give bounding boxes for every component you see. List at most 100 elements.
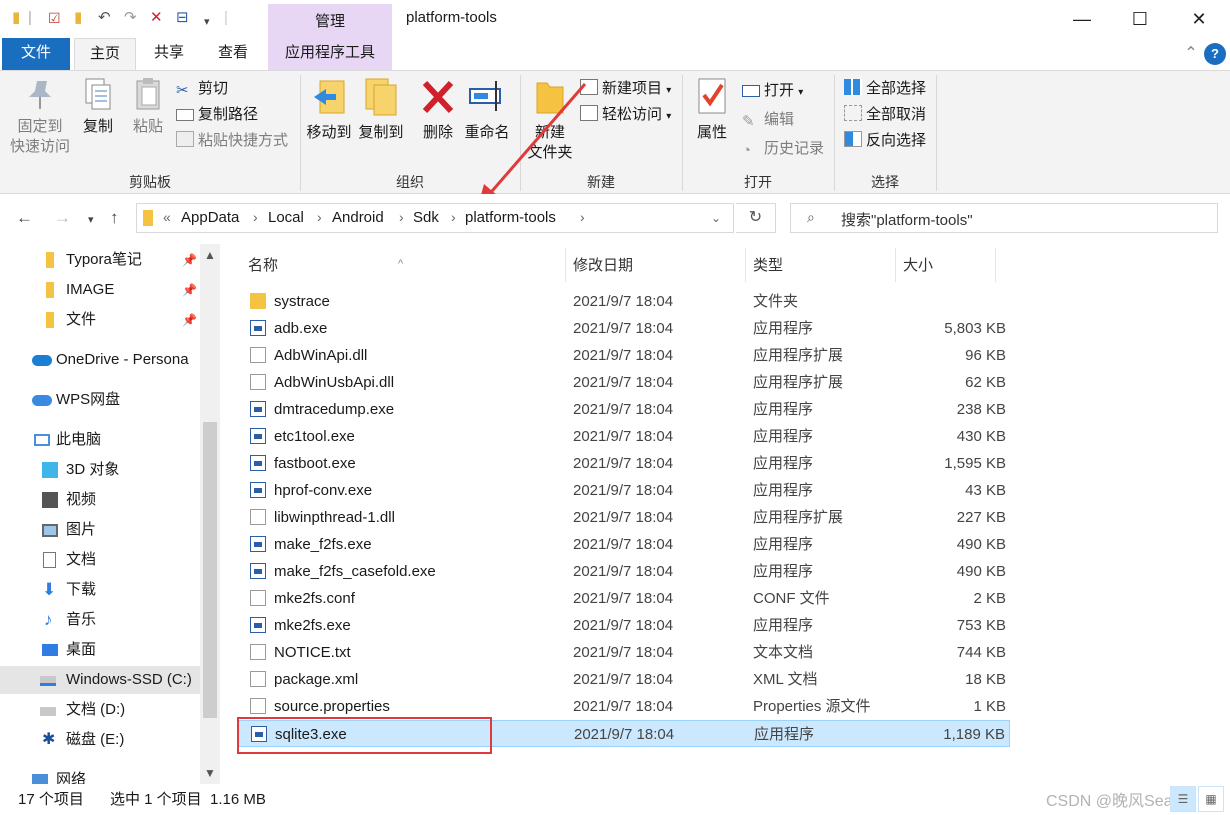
copy-to-button[interactable]: 复制到 — [356, 77, 406, 143]
column-header-date[interactable]: 修改日期 — [573, 252, 633, 280]
breadcrumb-sdk[interactable]: Sdk — [413, 209, 439, 226]
breadcrumb-platform-tools[interactable]: platform-tools — [465, 209, 556, 226]
history-button[interactable]: ◔ 历史记录 — [742, 139, 824, 159]
pin-icon[interactable]: 📌 — [182, 246, 197, 274]
customize-toolbar-chevron-icon[interactable]: ▾ — [204, 12, 210, 32]
back-arrow-icon[interactable]: ← — [16, 208, 33, 228]
invert-selection-button[interactable]: 反向选择 — [844, 131, 926, 151]
nav-item-onedrive[interactable]: OneDrive - Persona — [0, 346, 200, 374]
maximize-button[interactable]: ☐ — [1126, 6, 1154, 32]
file-row[interactable]: package.xml 2021/9/7 18:04 XML 文档 18 KB — [238, 666, 1010, 693]
properties-button[interactable]: 属性 — [690, 77, 734, 143]
file-row[interactable]: make_f2fs.exe 2021/9/7 18:04 应用程序 490 KB — [238, 531, 1010, 558]
select-none-button[interactable]: 全部取消 — [844, 105, 926, 125]
breadcrumb-android[interactable]: Android — [332, 209, 384, 226]
nav-item-music[interactable]: ♪ 音乐 — [0, 606, 200, 634]
search-box[interactable]: ⌕ 搜索"platform-tools" — [790, 203, 1218, 233]
forward-arrow-icon[interactable]: → — [54, 208, 71, 228]
nav-item-videos[interactable]: 视频 — [0, 486, 200, 514]
tab-share[interactable]: 共享 — [140, 38, 198, 70]
properties-quick-icon[interactable]: ☑ — [48, 8, 61, 28]
breadcrumb-local[interactable]: Local — [268, 209, 304, 226]
tab-view[interactable]: 查看 — [204, 38, 262, 70]
nav-item-files[interactable]: 文件 📌 — [0, 306, 200, 334]
close-button[interactable]: ✕ — [1185, 6, 1213, 32]
file-row[interactable]: fastboot.exe 2021/9/7 18:04 应用程序 1,595 KB — [238, 450, 1010, 477]
nav-item-typora[interactable]: Typora笔记 📌 — [0, 246, 200, 274]
nav-item-image[interactable]: IMAGE 📌 — [0, 276, 200, 304]
move-to-button[interactable]: 移动到 — [304, 77, 354, 143]
new-folder-quick-icon[interactable]: ▮ — [74, 8, 82, 28]
tab-home[interactable]: 主页 — [74, 38, 136, 70]
redo-icon[interactable]: ↷ — [124, 8, 137, 28]
scroll-thumb[interactable] — [203, 422, 217, 718]
rename-quick-icon[interactable]: ⊟ — [176, 8, 189, 28]
nav-item-this-pc[interactable]: 此电脑 — [0, 426, 200, 454]
large-icons-view-icon[interactable]: ▦ — [1198, 786, 1224, 812]
file-row[interactable]: hprof-conv.exe 2021/9/7 18:04 应用程序 43 KB — [238, 477, 1010, 504]
column-header-type[interactable]: 类型 — [753, 252, 783, 280]
file-row[interactable]: AdbWinApi.dll 2021/9/7 18:04 应用程序扩展 96 KB — [238, 342, 1010, 369]
nav-item-desktop[interactable]: 桌面 — [0, 636, 200, 664]
nav-item-wps[interactable]: WPS网盘 — [0, 386, 200, 414]
manage-context-tab[interactable]: 管理 — [268, 4, 392, 38]
address-history-chevron-icon[interactable]: ⌄ — [711, 211, 721, 225]
open-button[interactable]: 打开 ▾ — [742, 81, 803, 103]
tab-application-tools[interactable]: 应用程序工具 — [268, 38, 392, 70]
up-arrow-icon[interactable]: ↑ — [110, 208, 119, 228]
nav-pane-scrollbar[interactable]: ▲ ▼ — [200, 244, 220, 784]
pin-icon[interactable]: 📌 — [182, 306, 197, 334]
delete-button[interactable]: 删除 — [418, 77, 458, 143]
file-row[interactable]: make_f2fs_casefold.exe 2021/9/7 18:04 应用程序… — [238, 558, 1010, 585]
breadcrumb-separator-icon[interactable]: › — [451, 209, 456, 225]
delete-quick-icon[interactable]: ✕ — [150, 8, 163, 28]
collapse-ribbon-chevron-icon[interactable]: ⌃ — [1178, 42, 1204, 66]
tab-file[interactable]: 文件 — [2, 38, 70, 70]
pin-to-quick-access-button[interactable]: 固定到 快速访问 — [8, 77, 72, 157]
nav-item-documents[interactable]: 文档 — [0, 546, 200, 574]
refresh-icon[interactable]: ↻ — [736, 203, 776, 233]
paste-shortcut-button[interactable]: 粘贴快捷方式 — [176, 131, 288, 151]
minimize-button[interactable]: — — [1068, 6, 1096, 32]
nav-item-network[interactable]: 网络 — [0, 766, 200, 784]
file-row[interactable]: adb.exe 2021/9/7 18:04 应用程序 5,803 KB — [238, 315, 1010, 342]
breadcrumb-separator-icon[interactable]: › — [253, 209, 258, 225]
select-all-button[interactable]: 全部选择 — [844, 79, 926, 99]
easy-access-button[interactable]: 轻松访问 ▾ — [580, 105, 671, 127]
undo-icon[interactable]: ↶ — [98, 8, 111, 28]
nav-item-3d-objects[interactable]: 3D 对象 — [0, 456, 200, 484]
column-divider[interactable] — [895, 248, 896, 282]
cut-button[interactable]: ✂ 剪切 — [176, 79, 228, 99]
copy-button[interactable]: 复制 — [78, 77, 118, 137]
file-row[interactable]: mke2fs.exe 2021/9/7 18:04 应用程序 753 KB — [238, 612, 1010, 639]
scroll-up-icon[interactable]: ▲ — [204, 248, 216, 262]
file-row[interactable]: libwinpthread-1.dll 2021/9/7 18:04 应用程序扩展 2… — [238, 504, 1010, 531]
breadcrumb-separator-icon[interactable]: › — [580, 209, 585, 225]
new-item-button[interactable]: 新建项目 ▾ — [580, 79, 671, 101]
file-row[interactable]: NOTICE.txt 2021/9/7 18:04 文本文档 744 KB — [238, 639, 1010, 666]
breadcrumb-appdata[interactable]: AppData — [181, 209, 239, 226]
overflow-crumbs[interactable]: « — [163, 209, 171, 225]
help-icon[interactable]: ? — [1204, 43, 1226, 65]
edit-button[interactable]: ✎ 编辑 — [742, 110, 794, 130]
nav-item-pictures[interactable]: 图片 — [0, 516, 200, 544]
column-header-size[interactable]: 大小 — [903, 252, 933, 280]
file-row[interactable]: mke2fs.conf 2021/9/7 18:04 CONF 文件 2 KB — [238, 585, 1010, 612]
nav-item-drive-e[interactable]: ✱ 磁盘 (E:) — [0, 726, 200, 754]
address-bar[interactable]: « AppData › Local › Android › Sdk › plat… — [136, 203, 734, 233]
column-divider[interactable] — [745, 248, 746, 282]
column-divider[interactable] — [565, 248, 566, 282]
breadcrumb-separator-icon[interactable]: › — [399, 209, 404, 225]
file-row[interactable]: etc1tool.exe 2021/9/7 18:04 应用程序 430 KB — [238, 423, 1010, 450]
scroll-down-icon[interactable]: ▼ — [204, 766, 216, 780]
nav-item-downloads[interactable]: ⬇ 下载 — [0, 576, 200, 604]
breadcrumb-separator-icon[interactable]: › — [317, 209, 322, 225]
details-view-icon[interactable]: ☰ — [1170, 786, 1196, 812]
file-row[interactable]: systrace 2021/9/7 18:04 文件夹 — [238, 288, 1010, 315]
column-divider[interactable] — [995, 248, 996, 282]
pin-icon[interactable]: 📌 — [182, 276, 197, 304]
file-row[interactable]: dmtracedump.exe 2021/9/7 18:04 应用程序 238 KB — [238, 396, 1010, 423]
nav-item-drive-c[interactable]: Windows-SSD (C:) — [0, 666, 200, 694]
search-input[interactable]: 搜索"platform-tools" — [841, 209, 973, 230]
copy-path-button[interactable]: 复制路径 — [176, 105, 258, 125]
